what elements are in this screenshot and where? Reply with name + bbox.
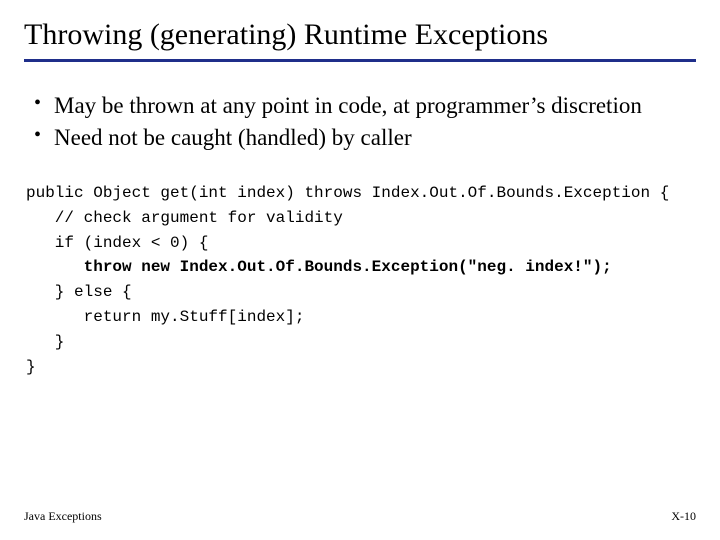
code-block: public Object get(int index) throws Inde… [26, 181, 696, 379]
bullet-list: May be thrown at any point in code, at p… [32, 92, 696, 154]
code-line: } [26, 333, 64, 351]
footer-left: Java Exceptions [24, 509, 102, 524]
code-line: public Object get(int index) throws Inde… [26, 184, 669, 202]
code-line: if (index < 0) { [26, 234, 208, 252]
title-underline [24, 59, 696, 62]
page-title: Throwing (generating) Runtime Exceptions [24, 18, 696, 53]
code-line: } else { [26, 283, 132, 301]
code-line: } [26, 358, 36, 376]
slide: Throwing (generating) Runtime Exceptions… [0, 0, 720, 540]
footer-right: X-10 [671, 509, 696, 524]
code-line: // check argument for validity [26, 209, 343, 227]
code-line: return my.Stuff[index]; [26, 308, 304, 326]
bullet-item: May be thrown at any point in code, at p… [32, 92, 696, 121]
code-line-throw: throw new Index.Out.Of.Bounds.Exception(… [26, 258, 612, 276]
bullet-item: Need not be caught (handled) by caller [32, 124, 696, 153]
